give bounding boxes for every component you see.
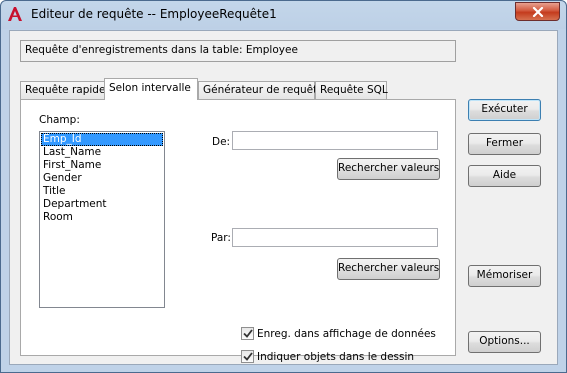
tab-generateur-requete[interactable]: Générateur de requête bbox=[198, 81, 324, 99]
table-info-box: Requête d'enregistrements dans la table:… bbox=[20, 40, 456, 62]
close-window-button[interactable] bbox=[515, 2, 560, 21]
tab-requete-sql[interactable]: Requête SQL bbox=[315, 81, 388, 99]
checkbox-label: Indiquer objets dans le dessin bbox=[257, 350, 415, 363]
checkbox-label: Enreg. dans affichage de données bbox=[257, 327, 436, 340]
list-item-first-name[interactable]: First_Name bbox=[41, 159, 163, 172]
tab-label: Générateur de requête bbox=[203, 84, 324, 96]
range-query-panel: Champ: Emp_Id Last_Name First_Name Gende… bbox=[20, 99, 456, 363]
par-label: Par: bbox=[211, 232, 231, 244]
checkmark-icon bbox=[242, 352, 253, 361]
tab-label: Requête SQL bbox=[320, 84, 388, 96]
field-listbox[interactable]: Emp_Id Last_Name First_Name Gender Title… bbox=[39, 131, 165, 308]
memorize-button[interactable]: Mémoriser bbox=[468, 265, 541, 287]
query-editor-window: Editeur de requête -- EmployeeRequête1 R… bbox=[0, 0, 567, 373]
tab-selon-intervalle[interactable]: Selon intervalle bbox=[104, 78, 198, 100]
checkbox-show-objects[interactable]: Indiquer objets dans le dessin bbox=[241, 349, 414, 364]
tab-requete-rapide[interactable]: Requête rapide bbox=[20, 81, 105, 99]
list-item-room[interactable]: Room bbox=[41, 211, 163, 224]
close-x-icon bbox=[532, 6, 543, 17]
search-values-button-2[interactable]: Rechercher valeurs bbox=[337, 258, 440, 280]
champ-label: Champ: bbox=[39, 114, 80, 126]
list-item-last-name[interactable]: Last_Name bbox=[41, 146, 163, 159]
list-item-title[interactable]: Title bbox=[41, 185, 163, 198]
par-input[interactable] bbox=[232, 228, 438, 247]
de-label: De: bbox=[212, 136, 231, 148]
list-item-gender[interactable]: Gender bbox=[41, 172, 163, 185]
search-values-button-1[interactable]: Rechercher valeurs bbox=[337, 158, 440, 180]
table-info-text: Requête d'enregistrements dans la table:… bbox=[25, 44, 298, 56]
close-button[interactable]: Fermer bbox=[468, 133, 541, 155]
list-item-emp-id[interactable]: Emp_Id bbox=[41, 133, 163, 146]
help-button[interactable]: Aide bbox=[468, 165, 541, 187]
checkbox-show-records[interactable]: Enreg. dans affichage de données bbox=[241, 326, 436, 341]
autocad-a-icon bbox=[8, 7, 22, 21]
checkmark-icon bbox=[242, 329, 253, 338]
tab-label: Requête rapide bbox=[25, 84, 106, 96]
checkbox-box[interactable] bbox=[241, 327, 254, 340]
window-title: Editeur de requête -- EmployeeRequête1 bbox=[31, 7, 277, 21]
execute-button[interactable]: Exécuter bbox=[468, 99, 541, 121]
tab-label: Selon intervalle bbox=[109, 82, 191, 94]
de-input[interactable] bbox=[232, 131, 438, 150]
list-item-department[interactable]: Department bbox=[41, 198, 163, 211]
options-button[interactable]: Options... bbox=[468, 331, 541, 353]
dialog-client-area: Requête d'enregistrements dans la table:… bbox=[9, 30, 558, 365]
checkbox-box[interactable] bbox=[241, 350, 254, 363]
title-bar[interactable]: Editeur de requête -- EmployeeRequête1 bbox=[1, 1, 566, 29]
